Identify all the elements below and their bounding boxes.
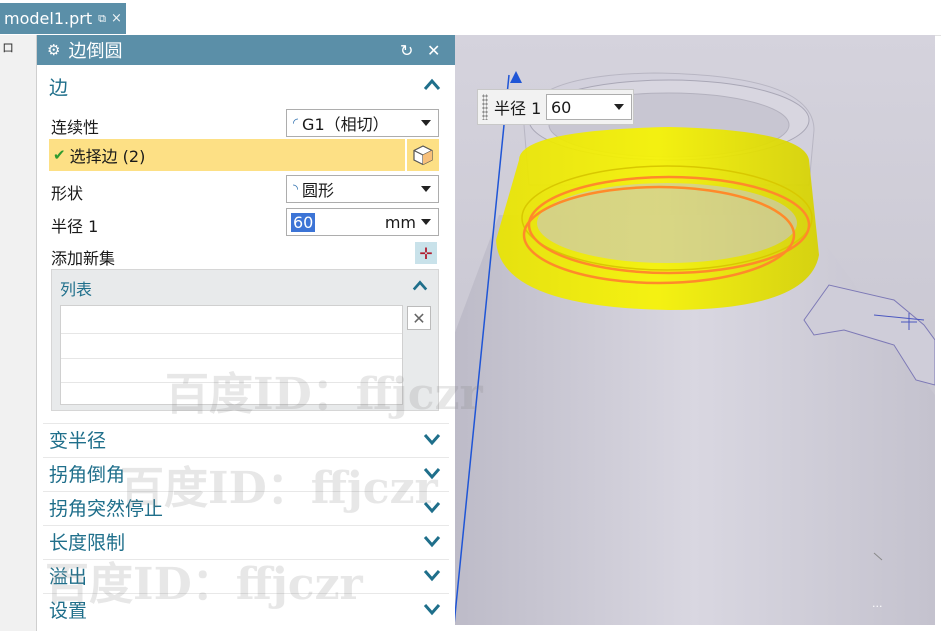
restore-icon[interactable]: ⧉ — [98, 12, 106, 26]
select-edge-button[interactable] — [407, 139, 439, 171]
chevron-down-icon[interactable] — [423, 566, 441, 584]
radius-input[interactable]: 60 mm — [286, 208, 439, 236]
left-resource-strip: ロ — [0, 35, 37, 631]
group-stop-short-of-corner[interactable]: 拐角突然停止 — [43, 491, 449, 523]
group-settings-title: 设置 — [49, 600, 88, 622]
edge-blend-dialog: ⚙ 边倒圆 ↻ ✕ 边 连续性 ◜ G1（相切） ✔ 选择边 (2) 形状 ◝ … — [36, 35, 455, 631]
close-icon[interactable]: ✕ — [427, 41, 440, 60]
shape-value: 圆形 — [302, 181, 335, 200]
chevron-down-icon[interactable] — [423, 532, 441, 550]
chevron-down-icon[interactable] — [423, 464, 441, 482]
add-new-set-button[interactable]: ✛ — [415, 242, 437, 264]
radius-label: 半径 1 — [51, 217, 99, 236]
group-variable-radius[interactable]: 变半径 — [43, 423, 449, 455]
chevron-down-icon — [421, 186, 431, 192]
radius-popup-value: 60 — [551, 97, 572, 117]
radius-unit: mm — [384, 212, 416, 232]
close-tab-icon[interactable]: × — [111, 11, 122, 26]
select-edge-row[interactable]: ✔ 选择边 (2) — [49, 139, 405, 171]
continuity-value: G1（相切） — [302, 115, 389, 134]
group-length-limit[interactable]: 长度限制 — [43, 525, 449, 557]
reset-icon[interactable]: ↻ — [400, 41, 413, 60]
group-overflow-title: 溢出 — [49, 566, 88, 588]
resource-bar-icon[interactable]: ロ — [2, 39, 14, 56]
shape-select[interactable]: ◝ 圆形 — [286, 175, 439, 203]
chevron-down-icon[interactable] — [614, 104, 624, 110]
check-icon: ✔ — [53, 146, 66, 164]
file-tab[interactable]: model1.prt ⧉ × — [0, 3, 126, 34]
chevron-down-icon[interactable] — [423, 498, 441, 516]
chevron-down-icon — [421, 219, 431, 225]
add-set-icon: ✛ — [419, 243, 433, 263]
viewport-dots: ... — [872, 597, 883, 610]
select-edge-label: 选择边 (2) — [69, 147, 146, 166]
circular-shape-icon: ◝ — [293, 181, 299, 197]
chevron-down-icon[interactable] — [423, 600, 441, 618]
group-overflow[interactable]: 溢出 — [43, 559, 449, 591]
dialog-title-bar: ⚙ 边倒圆 ↻ ✕ — [37, 35, 455, 65]
radius-popup-field[interactable]: 60 — [546, 94, 632, 120]
group-length-limit-title: 长度限制 — [49, 532, 126, 554]
group-variable-radius-title: 变半径 — [49, 430, 107, 452]
continuity-select[interactable]: ◜ G1（相切） — [286, 109, 439, 137]
radius-popup-label: 半径 1 — [494, 99, 542, 118]
list-box[interactable] — [60, 305, 403, 405]
group-corner-setback-title: 拐角倒角 — [49, 464, 126, 486]
radius-value: 60 — [291, 212, 316, 232]
group-edge-header[interactable]: 边 — [43, 70, 449, 102]
group-stop-short-title: 拐角突然停止 — [49, 498, 164, 520]
continuity-label: 连续性 — [51, 118, 100, 137]
radius-onscreen-input: 半径 1 60 — [477, 89, 634, 125]
tangent-icon: ◜ — [293, 115, 299, 131]
group-edge-title: 边 — [49, 76, 69, 99]
group-settings[interactable]: 设置 — [43, 593, 449, 625]
list-title: 列表 — [60, 280, 93, 299]
chevron-up-icon[interactable] — [423, 76, 441, 94]
dialog-title: 边倒圆 — [68, 41, 123, 62]
add-new-set-label: 添加新集 — [51, 249, 116, 268]
drag-grip-icon[interactable] — [482, 94, 488, 120]
gear-icon: ⚙ — [47, 41, 61, 59]
chevron-down-icon[interactable] — [423, 430, 441, 448]
remove-icon[interactable]: ✕ — [407, 306, 431, 330]
tab-bar: model1.prt ⧉ × — [0, 0, 941, 36]
shape-label: 形状 — [51, 184, 84, 203]
list-panel: 列表 ✕ — [51, 269, 439, 411]
cube-icon — [413, 145, 433, 166]
chevron-down-icon — [421, 120, 431, 126]
file-tab-label: model1.prt — [4, 9, 93, 28]
group-corner-setback[interactable]: 拐角倒角 — [43, 457, 449, 489]
chevron-up-icon[interactable] — [412, 278, 428, 294]
